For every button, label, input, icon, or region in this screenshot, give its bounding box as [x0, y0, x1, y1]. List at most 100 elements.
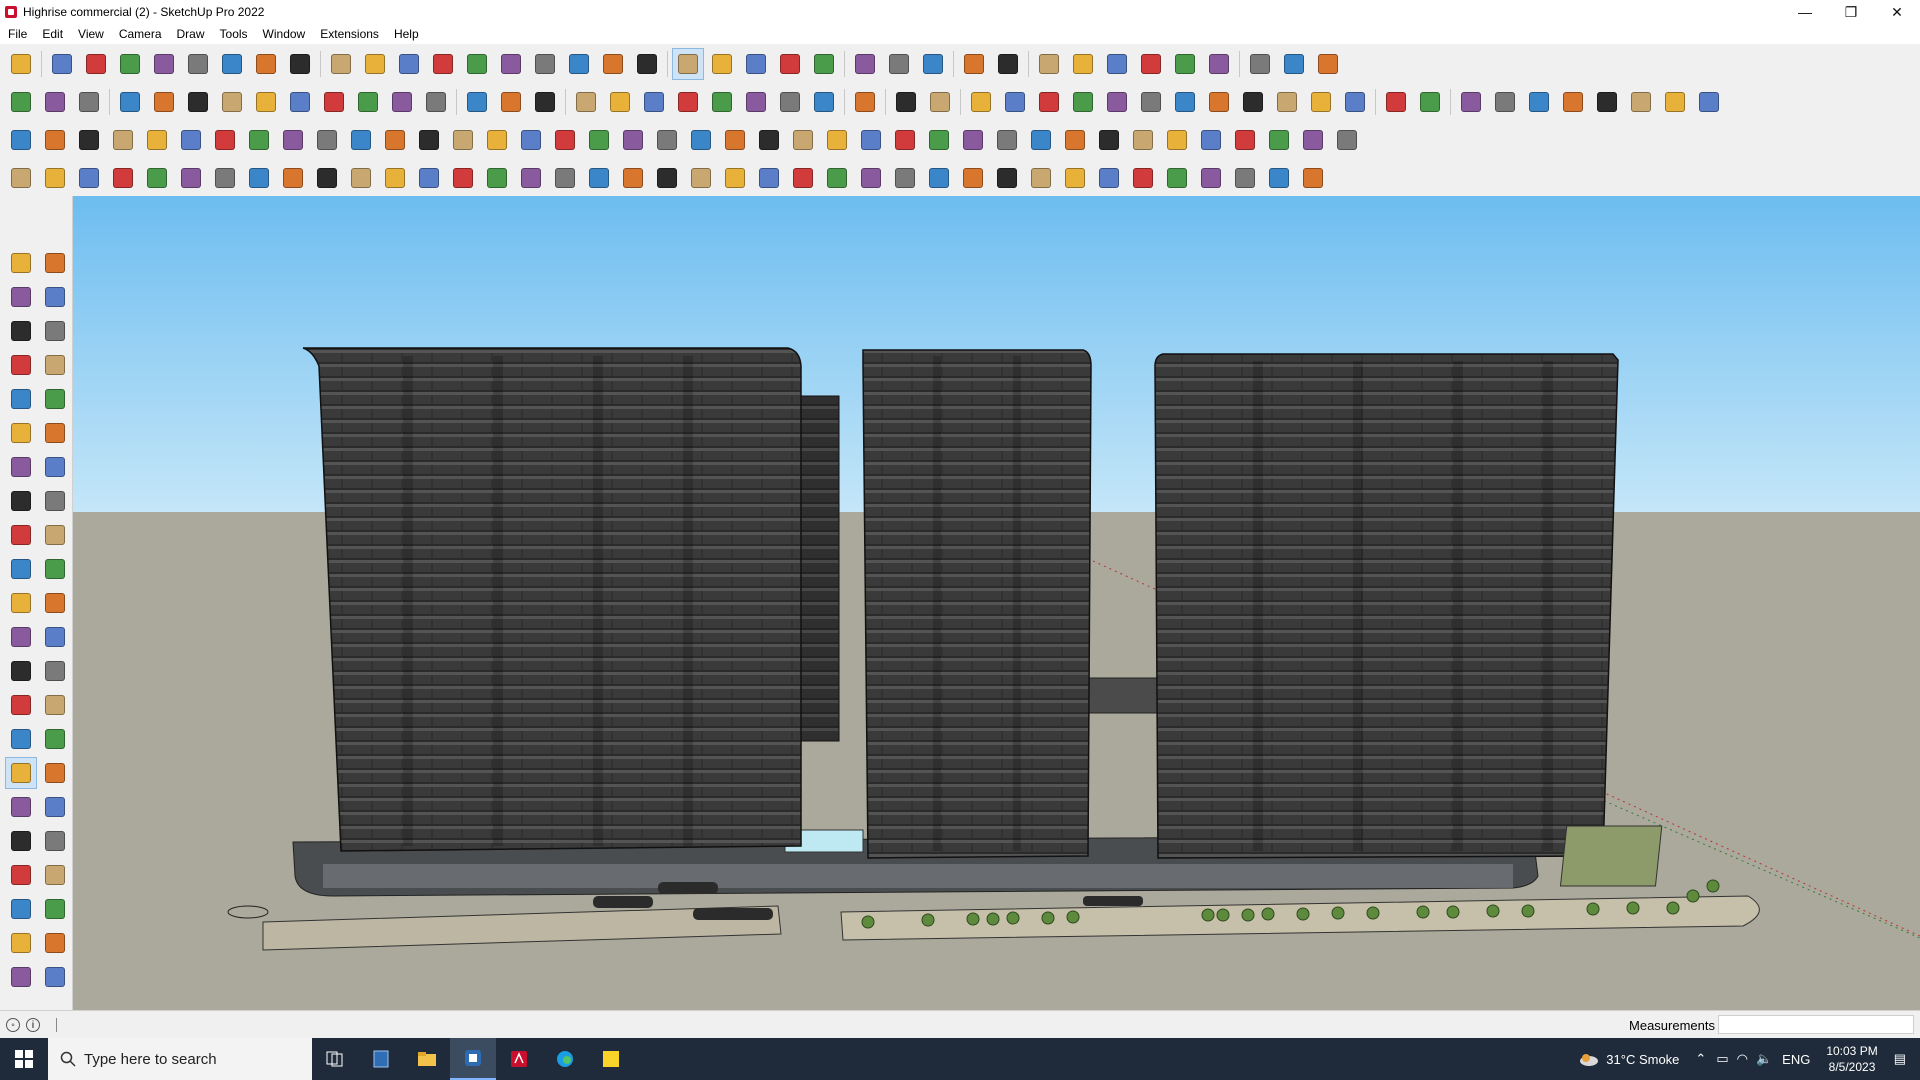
tool-button-icon[interactable] [856, 125, 886, 155]
tool-button-icon[interactable] [115, 87, 145, 117]
tool-button-icon[interactable] [1272, 87, 1302, 117]
tool-button-icon[interactable] [217, 87, 247, 117]
tool-button-icon[interactable] [244, 163, 274, 193]
tool-button-icon[interactable] [741, 87, 771, 117]
tool-button-icon[interactable] [6, 418, 36, 448]
tool-button-icon[interactable] [850, 87, 880, 117]
tool-button-icon[interactable] [6, 792, 36, 822]
tool-button-icon[interactable] [149, 49, 179, 79]
tool-button-icon[interactable] [1170, 87, 1200, 117]
tool-button-icon[interactable] [1238, 87, 1268, 117]
tool-button-icon[interactable] [40, 962, 70, 992]
tool-button-icon[interactable] [856, 163, 886, 193]
tool-button-icon[interactable] [1381, 87, 1411, 117]
tool-button-icon[interactable] [992, 125, 1022, 155]
tool-button-icon[interactable] [1060, 163, 1090, 193]
tool-button-icon[interactable] [809, 87, 839, 117]
file-explorer-icon[interactable] [404, 1038, 450, 1080]
tool-button-icon[interactable] [6, 588, 36, 618]
tool-button-icon[interactable] [346, 163, 376, 193]
tool-button-icon[interactable] [966, 87, 996, 117]
tool-button-icon[interactable] [394, 49, 424, 79]
tool-button-icon[interactable] [720, 125, 750, 155]
tool-button-icon[interactable] [251, 49, 281, 79]
tool-button-icon[interactable] [1136, 49, 1166, 79]
tool-button-icon[interactable] [788, 125, 818, 155]
tool-button-icon[interactable] [108, 163, 138, 193]
tool-button-icon[interactable] [326, 49, 356, 79]
tool-button-icon[interactable] [40, 894, 70, 924]
tool-button-icon[interactable] [210, 163, 240, 193]
meet-now-icon[interactable]: ▭ [1716, 1051, 1728, 1067]
menu-tools[interactable]: Tools [212, 27, 255, 41]
tool-button-icon[interactable] [448, 163, 478, 193]
maximize-button[interactable]: ❐ [1828, 0, 1874, 24]
tool-button-icon[interactable] [673, 87, 703, 117]
task-view-icon[interactable] [312, 1038, 358, 1080]
tool-button-icon[interactable] [1000, 87, 1030, 117]
close-button[interactable]: ✕ [1874, 0, 1920, 24]
sticky-notes-icon[interactable] [588, 1038, 634, 1080]
tool-button-icon[interactable] [1196, 125, 1226, 155]
tool-button-icon[interactable] [992, 163, 1022, 193]
tool-button-icon[interactable] [74, 125, 104, 155]
tool-button-icon[interactable] [482, 163, 512, 193]
tool-button-icon[interactable] [6, 384, 36, 414]
tool-button-icon[interactable] [1026, 163, 1056, 193]
tool-button-icon[interactable] [672, 48, 704, 80]
tool-button-icon[interactable] [360, 49, 390, 79]
tool-button-icon[interactable] [639, 87, 669, 117]
tool-button-icon[interactable] [1204, 87, 1234, 117]
menu-file[interactable]: File [0, 27, 34, 41]
menu-edit[interactable]: Edit [34, 27, 70, 41]
geolocation-icon[interactable]: ◦ [6, 1018, 20, 1032]
tool-button-icon[interactable] [1340, 87, 1370, 117]
tool-button-icon[interactable] [516, 125, 546, 155]
minimize-button[interactable]: — [1782, 0, 1828, 24]
tool-button-icon[interactable] [1094, 125, 1124, 155]
tool-button-icon[interactable] [183, 49, 213, 79]
tool-button-icon[interactable] [6, 860, 36, 890]
tool-button-icon[interactable] [496, 49, 526, 79]
tool-button-icon[interactable] [958, 163, 988, 193]
tool-button-icon[interactable] [598, 49, 628, 79]
tool-button-icon[interactable] [993, 49, 1023, 79]
tool-button-icon[interactable] [775, 87, 805, 117]
tool-button-icon[interactable] [40, 248, 70, 278]
tool-button-icon[interactable] [6, 826, 36, 856]
tool-button-icon[interactable] [40, 622, 70, 652]
tool-button-icon[interactable] [707, 87, 737, 117]
tool-button-icon[interactable] [40, 554, 70, 584]
tool-button-icon[interactable] [1162, 125, 1192, 155]
acrobat-icon[interactable] [496, 1038, 542, 1080]
tool-button-icon[interactable] [40, 520, 70, 550]
tool-button-icon[interactable] [1068, 49, 1098, 79]
tool-button-icon[interactable] [571, 87, 601, 117]
tool-button-icon[interactable] [40, 418, 70, 448]
tool-button-icon[interactable] [421, 87, 451, 117]
tool-button-icon[interactable] [462, 49, 492, 79]
tray-overflow-icon[interactable]: ⌃ [1695, 1051, 1706, 1067]
tool-button-icon[interactable] [6, 49, 36, 79]
tool-button-icon[interactable] [74, 163, 104, 193]
tool-button-icon[interactable] [40, 87, 70, 117]
tool-button-icon[interactable] [775, 49, 805, 79]
tool-button-icon[interactable] [1230, 163, 1260, 193]
tool-button-icon[interactable] [925, 87, 955, 117]
tool-button-icon[interactable] [924, 125, 954, 155]
tool-button-icon[interactable] [1660, 87, 1690, 117]
tool-button-icon[interactable] [1558, 87, 1588, 117]
tool-button-icon[interactable] [108, 125, 138, 155]
tool-button-icon[interactable] [1128, 163, 1158, 193]
tool-button-icon[interactable] [550, 125, 580, 155]
tool-button-icon[interactable] [380, 125, 410, 155]
tool-button-icon[interactable] [414, 163, 444, 193]
tool-button-icon[interactable] [754, 163, 784, 193]
tool-button-icon[interactable] [6, 316, 36, 346]
tool-button-icon[interactable] [40, 588, 70, 618]
tool-button-icon[interactable] [74, 87, 104, 117]
tool-button-icon[interactable] [40, 724, 70, 754]
calculator-icon[interactable] [358, 1038, 404, 1080]
tool-button-icon[interactable] [6, 248, 36, 278]
tool-button-icon[interactable] [6, 962, 36, 992]
